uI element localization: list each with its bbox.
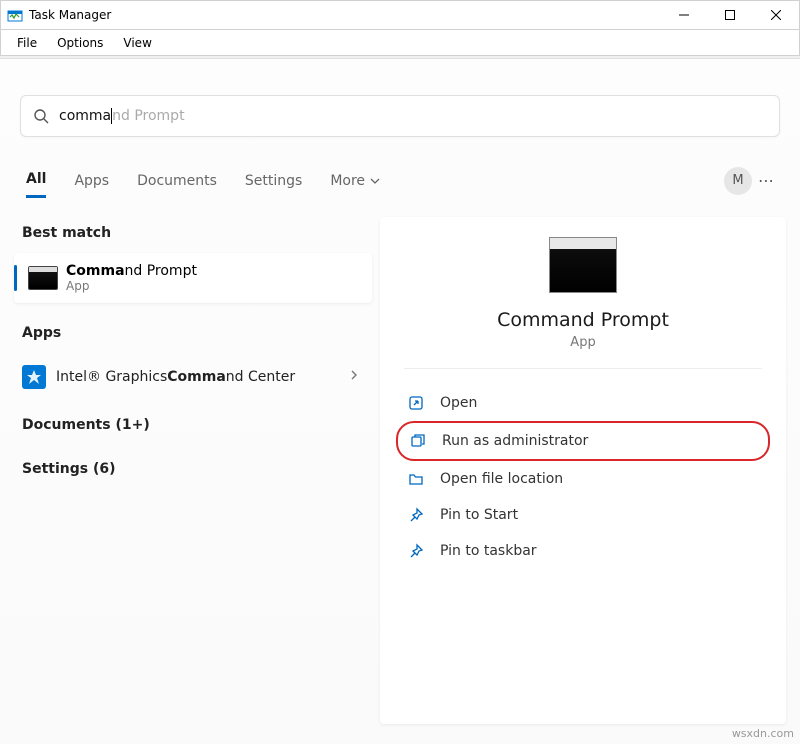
- action-open[interactable]: Open: [396, 385, 770, 421]
- shield-icon: [408, 433, 428, 449]
- chevron-right-icon: [348, 369, 364, 385]
- pin-icon: [406, 543, 426, 559]
- tab-documents[interactable]: Documents: [137, 165, 217, 197]
- igc-post: nd Center: [226, 369, 295, 385]
- result-subtitle: App: [66, 279, 197, 293]
- result-intel-graphics[interactable]: Intel® Graphics Command Center: [14, 353, 372, 401]
- details-header: Command Prompt App: [404, 237, 762, 369]
- folder-icon: [406, 471, 426, 487]
- tab-settings[interactable]: Settings: [245, 165, 302, 197]
- minimize-button[interactable]: [661, 0, 707, 30]
- search-text: command Prompt: [59, 108, 767, 124]
- action-pin-taskbar[interactable]: Pin to taskbar: [396, 533, 770, 569]
- user-avatar[interactable]: M: [724, 167, 752, 195]
- task-manager-title: Task Manager: [29, 8, 111, 22]
- action-open-label: Open: [440, 395, 477, 411]
- search-input[interactable]: command Prompt: [20, 95, 780, 137]
- action-open-location-label: Open file location: [440, 471, 563, 487]
- menu-options[interactable]: Options: [47, 32, 113, 54]
- selection-accent: [14, 265, 17, 291]
- command-prompt-large-icon: [549, 237, 617, 293]
- search-suggestion: nd Prompt: [112, 108, 184, 124]
- pin-icon: [406, 507, 426, 523]
- result-text: Command Prompt App: [66, 263, 197, 293]
- details-title: Command Prompt: [497, 309, 669, 331]
- result-name-highlight: Comma: [66, 263, 125, 279]
- settings-heading[interactable]: Settings (6): [14, 445, 372, 489]
- task-manager-menubar: File Options View: [0, 30, 800, 56]
- search-icon: [33, 108, 49, 124]
- task-manager-titlebar: Task Manager: [0, 0, 800, 30]
- action-open-location[interactable]: Open file location: [396, 461, 770, 497]
- watermark: wsxdn.com: [732, 727, 794, 740]
- details-pane: Command Prompt App Open Run as administr…: [380, 217, 786, 724]
- command-prompt-icon: [28, 266, 58, 290]
- action-pin-taskbar-label: Pin to taskbar: [440, 543, 537, 559]
- result-name-rest: nd Prompt: [125, 263, 197, 279]
- apps-heading: Apps: [14, 317, 372, 353]
- window-controls: [661, 0, 799, 30]
- menu-file[interactable]: File: [7, 32, 47, 54]
- filter-tabs: All Apps Documents Settings More M ⋯: [26, 163, 780, 198]
- open-icon: [406, 395, 426, 411]
- maximize-button[interactable]: [707, 0, 753, 30]
- start-search-overlay: command Prompt All Apps Documents Settin…: [0, 58, 800, 744]
- action-list: Open Run as administrator Open file loca…: [380, 385, 786, 569]
- chevron-down-icon: [369, 175, 381, 187]
- action-run-as-admin[interactable]: Run as administrator: [396, 421, 770, 461]
- action-pin-start[interactable]: Pin to Start: [396, 497, 770, 533]
- documents-heading[interactable]: Documents (1+): [14, 401, 372, 445]
- task-manager-icon: [7, 7, 23, 23]
- best-match-heading: Best match: [14, 217, 372, 253]
- search-typed: comma: [59, 108, 111, 124]
- igc-hl: Comma: [167, 369, 226, 385]
- tab-more[interactable]: More: [330, 173, 381, 189]
- menu-view[interactable]: View: [113, 32, 161, 54]
- close-button[interactable]: [753, 0, 799, 30]
- action-run-as-admin-label: Run as administrator: [442, 433, 588, 449]
- details-subtitle: App: [570, 335, 595, 350]
- intel-graphics-icon: [22, 365, 46, 389]
- igc-pre: Intel® Graphics: [56, 369, 167, 385]
- action-pin-start-label: Pin to Start: [440, 507, 518, 523]
- tab-all[interactable]: All: [26, 163, 46, 198]
- results-left-pane: Best match Command Prompt App Apps Intel…: [14, 217, 372, 489]
- tab-apps[interactable]: Apps: [74, 165, 109, 197]
- overflow-menu[interactable]: ⋯: [752, 171, 780, 190]
- tab-more-label: More: [330, 173, 365, 189]
- best-match-result[interactable]: Command Prompt App: [14, 253, 372, 303]
